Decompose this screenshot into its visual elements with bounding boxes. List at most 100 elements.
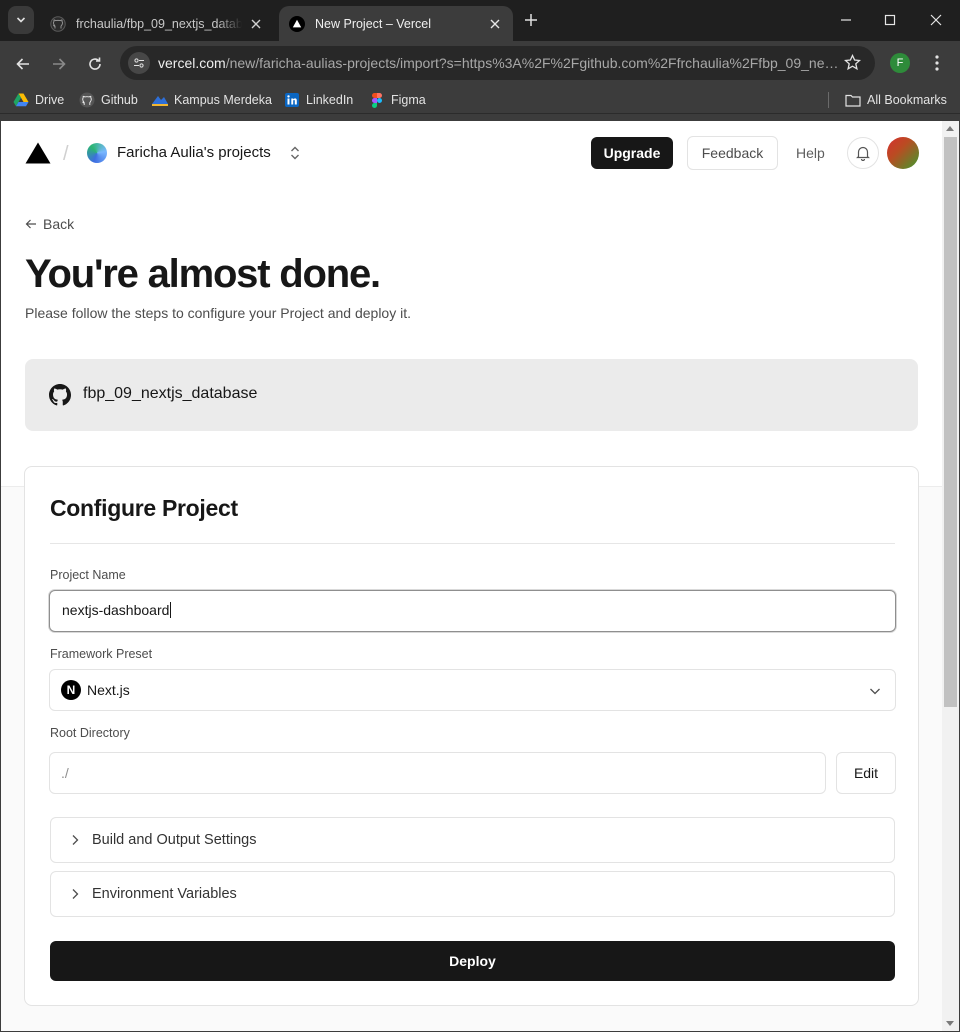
scroll-up-arrow-icon[interactable] [946, 126, 954, 131]
close-icon [930, 14, 942, 26]
help-link[interactable]: Help [796, 145, 825, 161]
configure-project-card: Configure Project Project Name nextjs-da… [24, 466, 919, 1006]
close-tab-icon[interactable] [248, 16, 264, 32]
vercel-icon [289, 15, 305, 32]
chevron-right-icon [67, 886, 83, 902]
scroll-down-arrow-icon[interactable] [946, 1021, 954, 1026]
back-nav-button[interactable] [10, 51, 36, 77]
url-text[interactable]: vercel.com/new/faricha-aulias-projects/i… [158, 55, 840, 71]
github-icon [50, 15, 66, 32]
bookmark-label: LinkedIn [306, 93, 354, 107]
bookmark-label: Figma [391, 93, 426, 107]
user-avatar[interactable] [887, 137, 919, 169]
arrow-left-icon [25, 218, 37, 230]
bookmark-label: Kampus Merdeka [174, 93, 272, 107]
project-name-label: Project Name [50, 568, 126, 582]
team-switcher-button[interactable] [286, 143, 304, 163]
chevron-right-icon [67, 832, 83, 848]
bookmark-kampus-merdeka[interactable]: Kampus Merdeka [152, 91, 272, 109]
bookmark-github[interactable]: Github [79, 91, 138, 109]
framework-preset-select[interactable]: N Next.js [49, 669, 896, 711]
text-caret [170, 602, 172, 618]
arrow-right-icon [53, 58, 66, 70]
bookmark-star-icon[interactable] [843, 53, 862, 76]
browser-toolbar: vercel.com/new/faricha-aulias-projects/i… [0, 41, 960, 86]
all-bookmarks-button[interactable]: All Bookmarks [845, 91, 947, 109]
github-icon [49, 384, 71, 411]
address-bar[interactable]: vercel.com/new/faricha-aulias-projects/i… [120, 46, 875, 80]
accordion-label: Environment Variables [92, 886, 237, 902]
repository-card: fbp_09_nextjs_database [25, 359, 918, 431]
url-host: vercel.com [158, 55, 226, 71]
upgrade-button[interactable]: Upgrade [591, 137, 673, 169]
tab-title: New Project – Vercel [315, 16, 432, 31]
project-name-value: nextjs-dashboard [62, 602, 170, 618]
back-link[interactable]: Back [25, 216, 74, 232]
notifications-button[interactable] [847, 137, 879, 169]
browser-menu-icon[interactable] [927, 53, 947, 73]
reload-icon [89, 57, 101, 70]
plus-icon [525, 14, 537, 26]
root-directory-label: Root Directory [50, 726, 130, 740]
chevron-down-icon [16, 17, 26, 23]
framework-preset-label: Framework Preset [50, 647, 153, 661]
new-tab-button[interactable] [520, 9, 542, 31]
tab-search-button[interactable] [8, 6, 34, 34]
figma-icon [369, 92, 385, 108]
back-label: Back [43, 216, 75, 232]
page-title: You're almost done. [25, 252, 381, 296]
bookmarks-divider [828, 92, 829, 108]
maximize-icon [884, 14, 896, 26]
page-viewport: / Faricha Aulia's projects Upgrade Feedb… [1, 121, 942, 1031]
maximize-button[interactable] [878, 8, 902, 32]
bookmark-linkedin[interactable]: LinkedIn [284, 91, 353, 109]
url-path: /new/faricha-aulias-projects/import?s=ht… [225, 55, 840, 71]
minimize-button[interactable] [834, 8, 858, 32]
repository-name: fbp_09_nextjs_database [83, 385, 258, 402]
environment-variables-accordion[interactable]: Environment Variables [50, 871, 895, 917]
divider [50, 543, 895, 544]
github-icon [79, 92, 95, 108]
tab-vercel[interactable]: New Project – Vercel [279, 6, 513, 41]
google-drive-icon [13, 92, 29, 108]
breadcrumb-separator: / [63, 143, 69, 165]
browser-tab-strip: frchaulia/fbp_09_nextjs_database New Pro… [0, 0, 960, 41]
configure-project-title: Configure Project [50, 495, 238, 521]
close-tab-icon[interactable] [487, 16, 503, 32]
page-subtitle: Please follow the steps to configure you… [25, 305, 411, 321]
accordion-label: Build and Output Settings [92, 832, 257, 848]
page-scrollbar[interactable] [942, 121, 959, 1031]
bookmark-label: Drive [35, 93, 65, 107]
build-output-settings-accordion[interactable]: Build and Output Settings [50, 817, 895, 863]
project-name-input[interactable]: nextjs-dashboard [49, 590, 896, 632]
framework-preset-value: Next.js [87, 682, 130, 698]
feedback-button[interactable]: Feedback [687, 136, 778, 170]
bookmark-drive[interactable]: Drive [13, 91, 64, 109]
deploy-button[interactable]: Deploy [50, 941, 895, 981]
bell-icon [856, 146, 870, 161]
edit-root-directory-button[interactable]: Edit [836, 752, 896, 794]
all-bookmarks-label: All Bookmarks [867, 93, 947, 107]
close-window-button[interactable] [924, 8, 948, 32]
linkedin-icon [284, 92, 300, 108]
team-name[interactable]: Faricha Aulia's projects [117, 144, 271, 161]
scrollbar-thumb[interactable] [944, 137, 957, 707]
bookmarks-bar: Drive Github Kampus Merdeka LinkedIn Fig… [0, 86, 960, 114]
root-directory-input[interactable]: ./ [49, 752, 826, 794]
forward-nav-button[interactable] [46, 51, 72, 77]
vercel-logo-icon[interactable] [25, 142, 51, 169]
reload-button[interactable] [82, 51, 108, 77]
tab-github[interactable]: frchaulia/fbp_09_nextjs_database [40, 6, 274, 41]
site-info-icon[interactable] [128, 52, 150, 74]
page-top-band [1, 121, 942, 487]
arrow-left-icon [16, 58, 29, 70]
tab-title: frchaulia/fbp_09_nextjs_database [76, 16, 242, 31]
minimize-icon [841, 19, 851, 21]
profile-avatar[interactable]: F [890, 53, 910, 73]
team-avatar [87, 143, 107, 163]
folder-icon [845, 92, 861, 108]
bookmark-figma[interactable]: Figma [369, 91, 426, 109]
nextjs-logo-icon: N [61, 680, 81, 700]
chevron-down-icon [869, 684, 881, 700]
chevron-up-down-icon [291, 146, 299, 160]
